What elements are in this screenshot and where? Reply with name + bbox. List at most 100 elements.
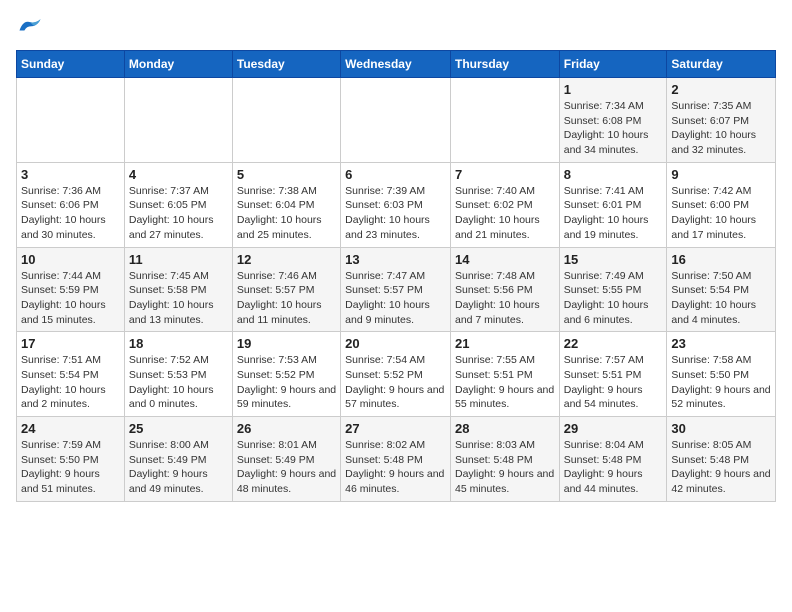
day-number: 18 xyxy=(129,336,228,351)
calendar-cell xyxy=(124,78,232,163)
day-number: 23 xyxy=(671,336,771,351)
day-number: 14 xyxy=(455,252,555,267)
day-info: Sunrise: 7:47 AM Sunset: 5:57 PM Dayligh… xyxy=(345,269,446,328)
weekday-header-thursday: Thursday xyxy=(450,51,559,78)
day-info: Sunrise: 8:04 AM Sunset: 5:48 PM Dayligh… xyxy=(564,438,663,497)
day-number: 17 xyxy=(21,336,120,351)
day-number: 4 xyxy=(129,167,228,182)
calendar-cell: 27 Sunrise: 8:02 AM Sunset: 5:48 PM Dayli… xyxy=(341,417,451,502)
day-info: Sunrise: 7:36 AM Sunset: 6:06 PM Dayligh… xyxy=(21,184,120,243)
day-info: Sunrise: 7:54 AM Sunset: 5:52 PM Dayligh… xyxy=(345,353,446,412)
day-number: 11 xyxy=(129,252,228,267)
day-number: 13 xyxy=(345,252,446,267)
calendar-cell: 7 Sunrise: 7:40 AM Sunset: 6:02 PM Daylig… xyxy=(450,162,559,247)
day-info: Sunrise: 7:51 AM Sunset: 5:54 PM Dayligh… xyxy=(21,353,120,412)
calendar-cell: 8 Sunrise: 7:41 AM Sunset: 6:01 PM Daylig… xyxy=(559,162,667,247)
calendar-cell: 5Sunrise: 7:38 AM Sunset: 6:04 PM Daylig… xyxy=(232,162,340,247)
day-info: Sunrise: 7:46 AM Sunset: 5:57 PM Dayligh… xyxy=(237,269,336,328)
calendar-cell: 20 Sunrise: 7:54 AM Sunset: 5:52 PM Dayli… xyxy=(341,332,451,417)
day-number: 3 xyxy=(21,167,120,182)
calendar-cell: 22Sunrise: 7:57 AM Sunset: 5:51 PM Dayli… xyxy=(559,332,667,417)
calendar-cell: 10 Sunrise: 7:44 AM Sunset: 5:59 PM Dayli… xyxy=(17,247,125,332)
calendar-cell: 4 Sunrise: 7:37 AM Sunset: 6:05 PM Daylig… xyxy=(124,162,232,247)
day-info: Sunrise: 8:00 AM Sunset: 5:49 PM Dayligh… xyxy=(129,438,228,497)
calendar-cell xyxy=(17,78,125,163)
day-info: Sunrise: 7:57 AM Sunset: 5:51 PM Dayligh… xyxy=(564,353,663,412)
day-number: 25 xyxy=(129,421,228,436)
calendar-cell: 3 Sunrise: 7:36 AM Sunset: 6:06 PM Daylig… xyxy=(17,162,125,247)
calendar-cell: 9 Sunrise: 7:42 AM Sunset: 6:00 PM Daylig… xyxy=(667,162,776,247)
calendar-cell: 16Sunrise: 7:50 AM Sunset: 5:54 PM Dayli… xyxy=(667,247,776,332)
day-info: Sunrise: 7:53 AM Sunset: 5:52 PM Dayligh… xyxy=(237,353,336,412)
logo xyxy=(16,16,48,38)
calendar-cell: 17 Sunrise: 7:51 AM Sunset: 5:54 PM Dayli… xyxy=(17,332,125,417)
day-number: 27 xyxy=(345,421,446,436)
calendar-cell: 19 Sunrise: 7:53 AM Sunset: 5:52 PM Dayli… xyxy=(232,332,340,417)
day-info: Sunrise: 8:05 AM Sunset: 5:48 PM Dayligh… xyxy=(671,438,771,497)
day-info: Sunrise: 7:44 AM Sunset: 5:59 PM Dayligh… xyxy=(21,269,120,328)
weekday-header-saturday: Saturday xyxy=(667,51,776,78)
day-number: 1 xyxy=(564,82,663,97)
day-number: 9 xyxy=(671,167,771,182)
day-info: Sunrise: 7:45 AM Sunset: 5:58 PM Dayligh… xyxy=(129,269,228,328)
day-info: Sunrise: 7:52 AM Sunset: 5:53 PM Dayligh… xyxy=(129,353,228,412)
day-info: Sunrise: 8:03 AM Sunset: 5:48 PM Dayligh… xyxy=(455,438,555,497)
day-number: 2 xyxy=(671,82,771,97)
day-info: Sunrise: 7:55 AM Sunset: 5:51 PM Dayligh… xyxy=(455,353,555,412)
day-number: 28 xyxy=(455,421,555,436)
day-number: 6 xyxy=(345,167,446,182)
day-info: Sunrise: 7:50 AM Sunset: 5:54 PM Dayligh… xyxy=(671,269,771,328)
calendar-cell: 29 Sunrise: 8:04 AM Sunset: 5:48 PM Dayli… xyxy=(559,417,667,502)
calendar-cell: 11 Sunrise: 7:45 AM Sunset: 5:58 PM Dayli… xyxy=(124,247,232,332)
day-number: 24 xyxy=(21,421,120,436)
calendar-cell xyxy=(232,78,340,163)
day-info: Sunrise: 7:41 AM Sunset: 6:01 PM Dayligh… xyxy=(564,184,663,243)
calendar-cell: 12 Sunrise: 7:46 AM Sunset: 5:57 PM Dayli… xyxy=(232,247,340,332)
calendar-cell xyxy=(341,78,451,163)
day-number: 21 xyxy=(455,336,555,351)
day-info: Sunrise: 8:02 AM Sunset: 5:48 PM Dayligh… xyxy=(345,438,446,497)
calendar-cell: 1 Sunrise: 7:34 AM Sunset: 6:08 PM Daylig… xyxy=(559,78,667,163)
weekday-header-wednesday: Wednesday xyxy=(341,51,451,78)
day-number: 19 xyxy=(237,336,336,351)
day-info: Sunrise: 7:42 AM Sunset: 6:00 PM Dayligh… xyxy=(671,184,771,243)
day-number: 12 xyxy=(237,252,336,267)
calendar-cell: 18 Sunrise: 7:52 AM Sunset: 5:53 PM Dayli… xyxy=(124,332,232,417)
day-info: Sunrise: 7:58 AM Sunset: 5:50 PM Dayligh… xyxy=(671,353,771,412)
day-info: Sunrise: 7:35 AM Sunset: 6:07 PM Dayligh… xyxy=(671,99,771,158)
day-number: 7 xyxy=(455,167,555,182)
day-info: Sunrise: 7:49 AM Sunset: 5:55 PM Dayligh… xyxy=(564,269,663,328)
calendar-cell: 23 Sunrise: 7:58 AM Sunset: 5:50 PM Dayli… xyxy=(667,332,776,417)
weekday-header-monday: Monday xyxy=(124,51,232,78)
logo-bird-icon xyxy=(16,16,44,38)
day-info: Sunrise: 7:40 AM Sunset: 6:02 PM Dayligh… xyxy=(455,184,555,243)
calendar-cell: 25 Sunrise: 8:00 AM Sunset: 5:49 PM Dayli… xyxy=(124,417,232,502)
day-info: Sunrise: 7:39 AM Sunset: 6:03 PM Dayligh… xyxy=(345,184,446,243)
calendar-cell: 14 Sunrise: 7:48 AM Sunset: 5:56 PM Dayli… xyxy=(450,247,559,332)
day-info: Sunrise: 7:34 AM Sunset: 6:08 PM Dayligh… xyxy=(564,99,663,158)
day-number: 15 xyxy=(564,252,663,267)
calendar-cell: 24 Sunrise: 7:59 AM Sunset: 5:50 PM Dayli… xyxy=(17,417,125,502)
day-info: Sunrise: 7:59 AM Sunset: 5:50 PM Dayligh… xyxy=(21,438,120,497)
day-number: 20 xyxy=(345,336,446,351)
day-number: 30 xyxy=(671,421,771,436)
day-info: Sunrise: 8:01 AM Sunset: 5:49 PM Dayligh… xyxy=(237,438,336,497)
day-number: 10 xyxy=(21,252,120,267)
day-number: 8 xyxy=(564,167,663,182)
day-info: Sunrise: 7:37 AM Sunset: 6:05 PM Dayligh… xyxy=(129,184,228,243)
weekday-header-friday: Friday xyxy=(559,51,667,78)
day-number: 26 xyxy=(237,421,336,436)
calendar-cell: 13 Sunrise: 7:47 AM Sunset: 5:57 PM Dayli… xyxy=(341,247,451,332)
calendar-cell: 2 Sunrise: 7:35 AM Sunset: 6:07 PM Daylig… xyxy=(667,78,776,163)
day-info: Sunrise: 7:48 AM Sunset: 5:56 PM Dayligh… xyxy=(455,269,555,328)
calendar-cell: 15 Sunrise: 7:49 AM Sunset: 5:55 PM Dayli… xyxy=(559,247,667,332)
day-number: 5 xyxy=(237,167,336,182)
calendar-cell: 28 Sunrise: 8:03 AM Sunset: 5:48 PM Dayli… xyxy=(450,417,559,502)
calendar-cell: 30 Sunrise: 8:05 AM Sunset: 5:48 PM Dayli… xyxy=(667,417,776,502)
calendar-cell xyxy=(450,78,559,163)
calendar-cell: 6 Sunrise: 7:39 AM Sunset: 6:03 PM Daylig… xyxy=(341,162,451,247)
calendar-cell: 21 Sunrise: 7:55 AM Sunset: 5:51 PM Dayli… xyxy=(450,332,559,417)
weekday-header-tuesday: Tuesday xyxy=(232,51,340,78)
weekday-header-sunday: Sunday xyxy=(17,51,125,78)
day-number: 29 xyxy=(564,421,663,436)
